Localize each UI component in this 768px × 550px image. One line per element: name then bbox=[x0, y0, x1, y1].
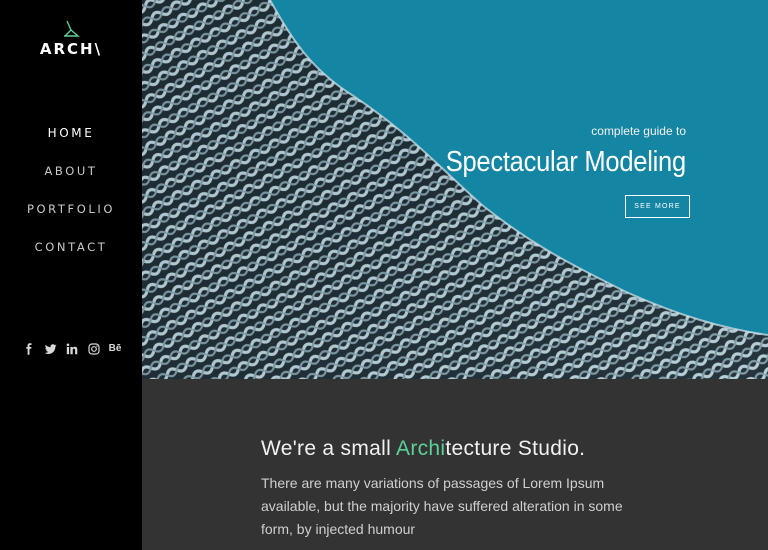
logo-text: ARCH\ bbox=[39, 40, 103, 58]
behance-icon[interactable]: Bē bbox=[108, 342, 122, 356]
sidebar: ARCH\ HOME ABOUT PORTFOLIO CONTACT Bē bbox=[0, 0, 142, 550]
hero-text: complete guide to Spectacular Modeling bbox=[413, 124, 686, 179]
nav-item-contact[interactable]: CONTACT bbox=[0, 238, 142, 276]
hero-architecture-image bbox=[142, 0, 768, 379]
hero-title: Spectacular Modeling bbox=[445, 146, 686, 178]
about-section: We're a small Architecture Studio. There… bbox=[142, 379, 768, 550]
linkedin-icon[interactable] bbox=[65, 342, 79, 356]
main-nav: HOME ABOUT PORTFOLIO CONTACT bbox=[0, 124, 142, 276]
hero-banner: complete guide to Spectacular Modeling S… bbox=[142, 0, 768, 379]
facebook-icon[interactable] bbox=[22, 342, 36, 356]
about-heading-suffix: tecture Studio. bbox=[445, 437, 586, 460]
logo-mark-icon bbox=[64, 20, 80, 37]
instagram-icon[interactable] bbox=[87, 342, 101, 356]
about-body: There are many variations of passages of… bbox=[261, 475, 623, 537]
see-more-button[interactable]: SEE MORE bbox=[625, 195, 690, 218]
nav-item-portfolio[interactable]: PORTFOLIO bbox=[0, 200, 142, 238]
nav-item-home[interactable]: HOME bbox=[0, 124, 142, 162]
about-heading-accent: Archi bbox=[396, 437, 446, 460]
hero-kicker: complete guide to bbox=[591, 124, 686, 138]
about-heading: We're a small Architecture Studio. bbox=[261, 437, 585, 461]
social-links: Bē bbox=[22, 342, 122, 356]
nav-item-about[interactable]: ABOUT bbox=[0, 162, 142, 200]
twitter-icon[interactable] bbox=[44, 342, 58, 356]
logo[interactable]: ARCH\ bbox=[0, 20, 142, 58]
about-heading-prefix: We're a small bbox=[261, 437, 397, 460]
